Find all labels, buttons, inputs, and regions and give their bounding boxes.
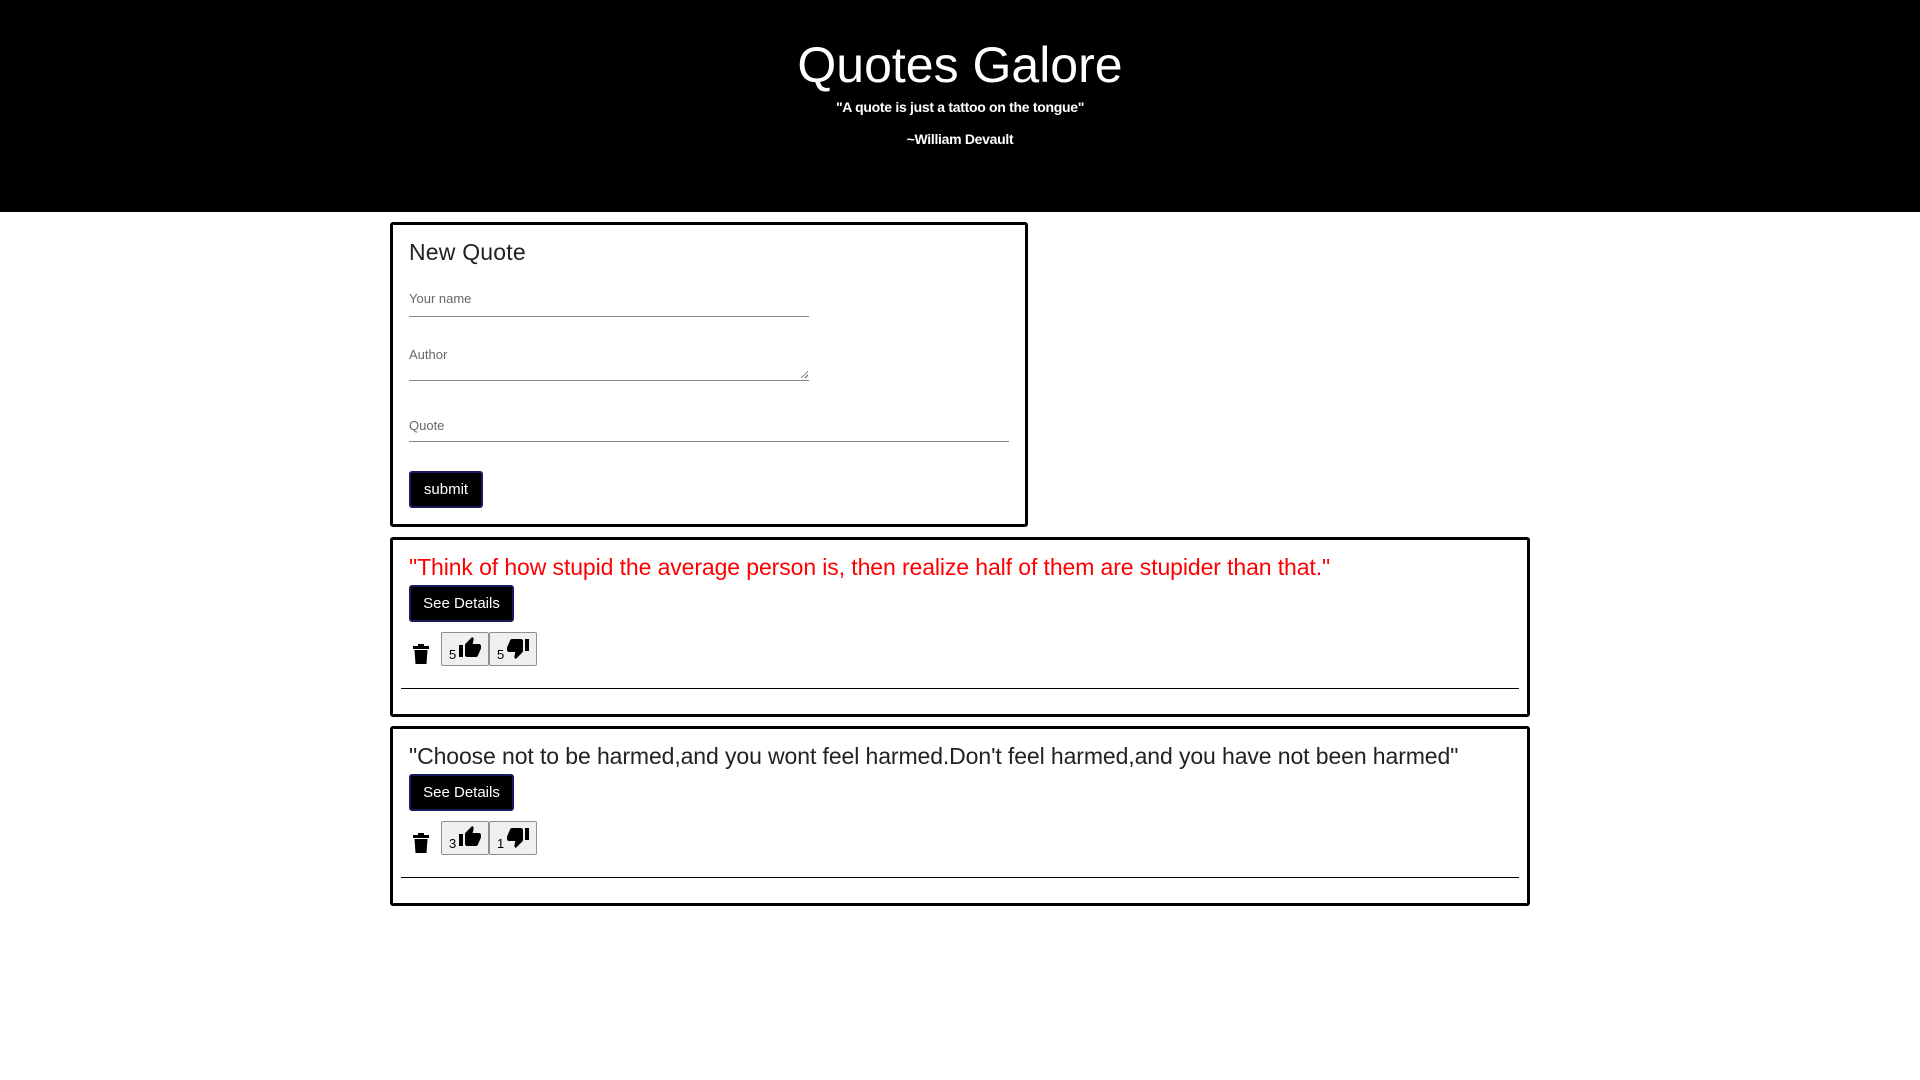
see-details-button[interactable]: See Details xyxy=(409,585,514,622)
form-title: New Quote xyxy=(409,239,526,265)
like-button[interactable]: 5 xyxy=(441,632,489,666)
thumbs-down-icon xyxy=(507,639,529,659)
like-count: 3 xyxy=(449,836,457,851)
dislike-button[interactable]: 5 xyxy=(489,632,537,666)
name-field[interactable]: Your name xyxy=(409,290,809,317)
author-field[interactable]: Author xyxy=(409,346,809,381)
dislike-count: 1 xyxy=(497,836,505,851)
vote-buttons: 3 1 xyxy=(441,821,537,855)
quote-text: "Think of how stupid the average person … xyxy=(409,554,1331,580)
thumbs-up-icon xyxy=(459,826,481,846)
like-count: 5 xyxy=(449,647,457,662)
like-button[interactable]: 3 xyxy=(441,821,489,855)
new-quote-form: New Quote Your name Author Quote submit xyxy=(390,222,1028,527)
site-title: Quotes Galore xyxy=(797,37,1123,93)
trash-icon[interactable] xyxy=(413,644,429,664)
trash-icon[interactable] xyxy=(413,833,429,853)
divider xyxy=(401,877,1519,878)
name-field-label: Your name xyxy=(409,291,472,306)
quote-text: "Choose not to be harmed,and you wont fe… xyxy=(409,743,1459,769)
quote-card: "Think of how stupid the average person … xyxy=(390,537,1530,717)
see-details-button[interactable]: See Details xyxy=(409,774,514,811)
divider xyxy=(401,688,1519,689)
resize-handle-icon[interactable] xyxy=(800,370,808,378)
thumbs-up-icon xyxy=(459,637,481,657)
dislike-count: 5 xyxy=(497,647,505,662)
dislike-button[interactable]: 1 xyxy=(489,821,537,855)
header-tagline: "A quote is just a tattoo on the tongue" xyxy=(835,99,1085,115)
submit-button[interactable]: submit xyxy=(409,471,483,508)
header-tagline-author: ~William Devault xyxy=(906,131,1014,147)
quote-field[interactable]: Quote xyxy=(409,417,1009,442)
thumbs-down-icon xyxy=(507,828,529,848)
author-field-label: Author xyxy=(409,347,448,362)
quote-field-label: Quote xyxy=(409,418,445,433)
site-header: Quotes Galore "A quote is just a tattoo … xyxy=(0,0,1920,212)
quote-card: "Choose not to be harmed,and you wont fe… xyxy=(390,726,1530,906)
vote-buttons: 5 5 xyxy=(441,632,537,666)
